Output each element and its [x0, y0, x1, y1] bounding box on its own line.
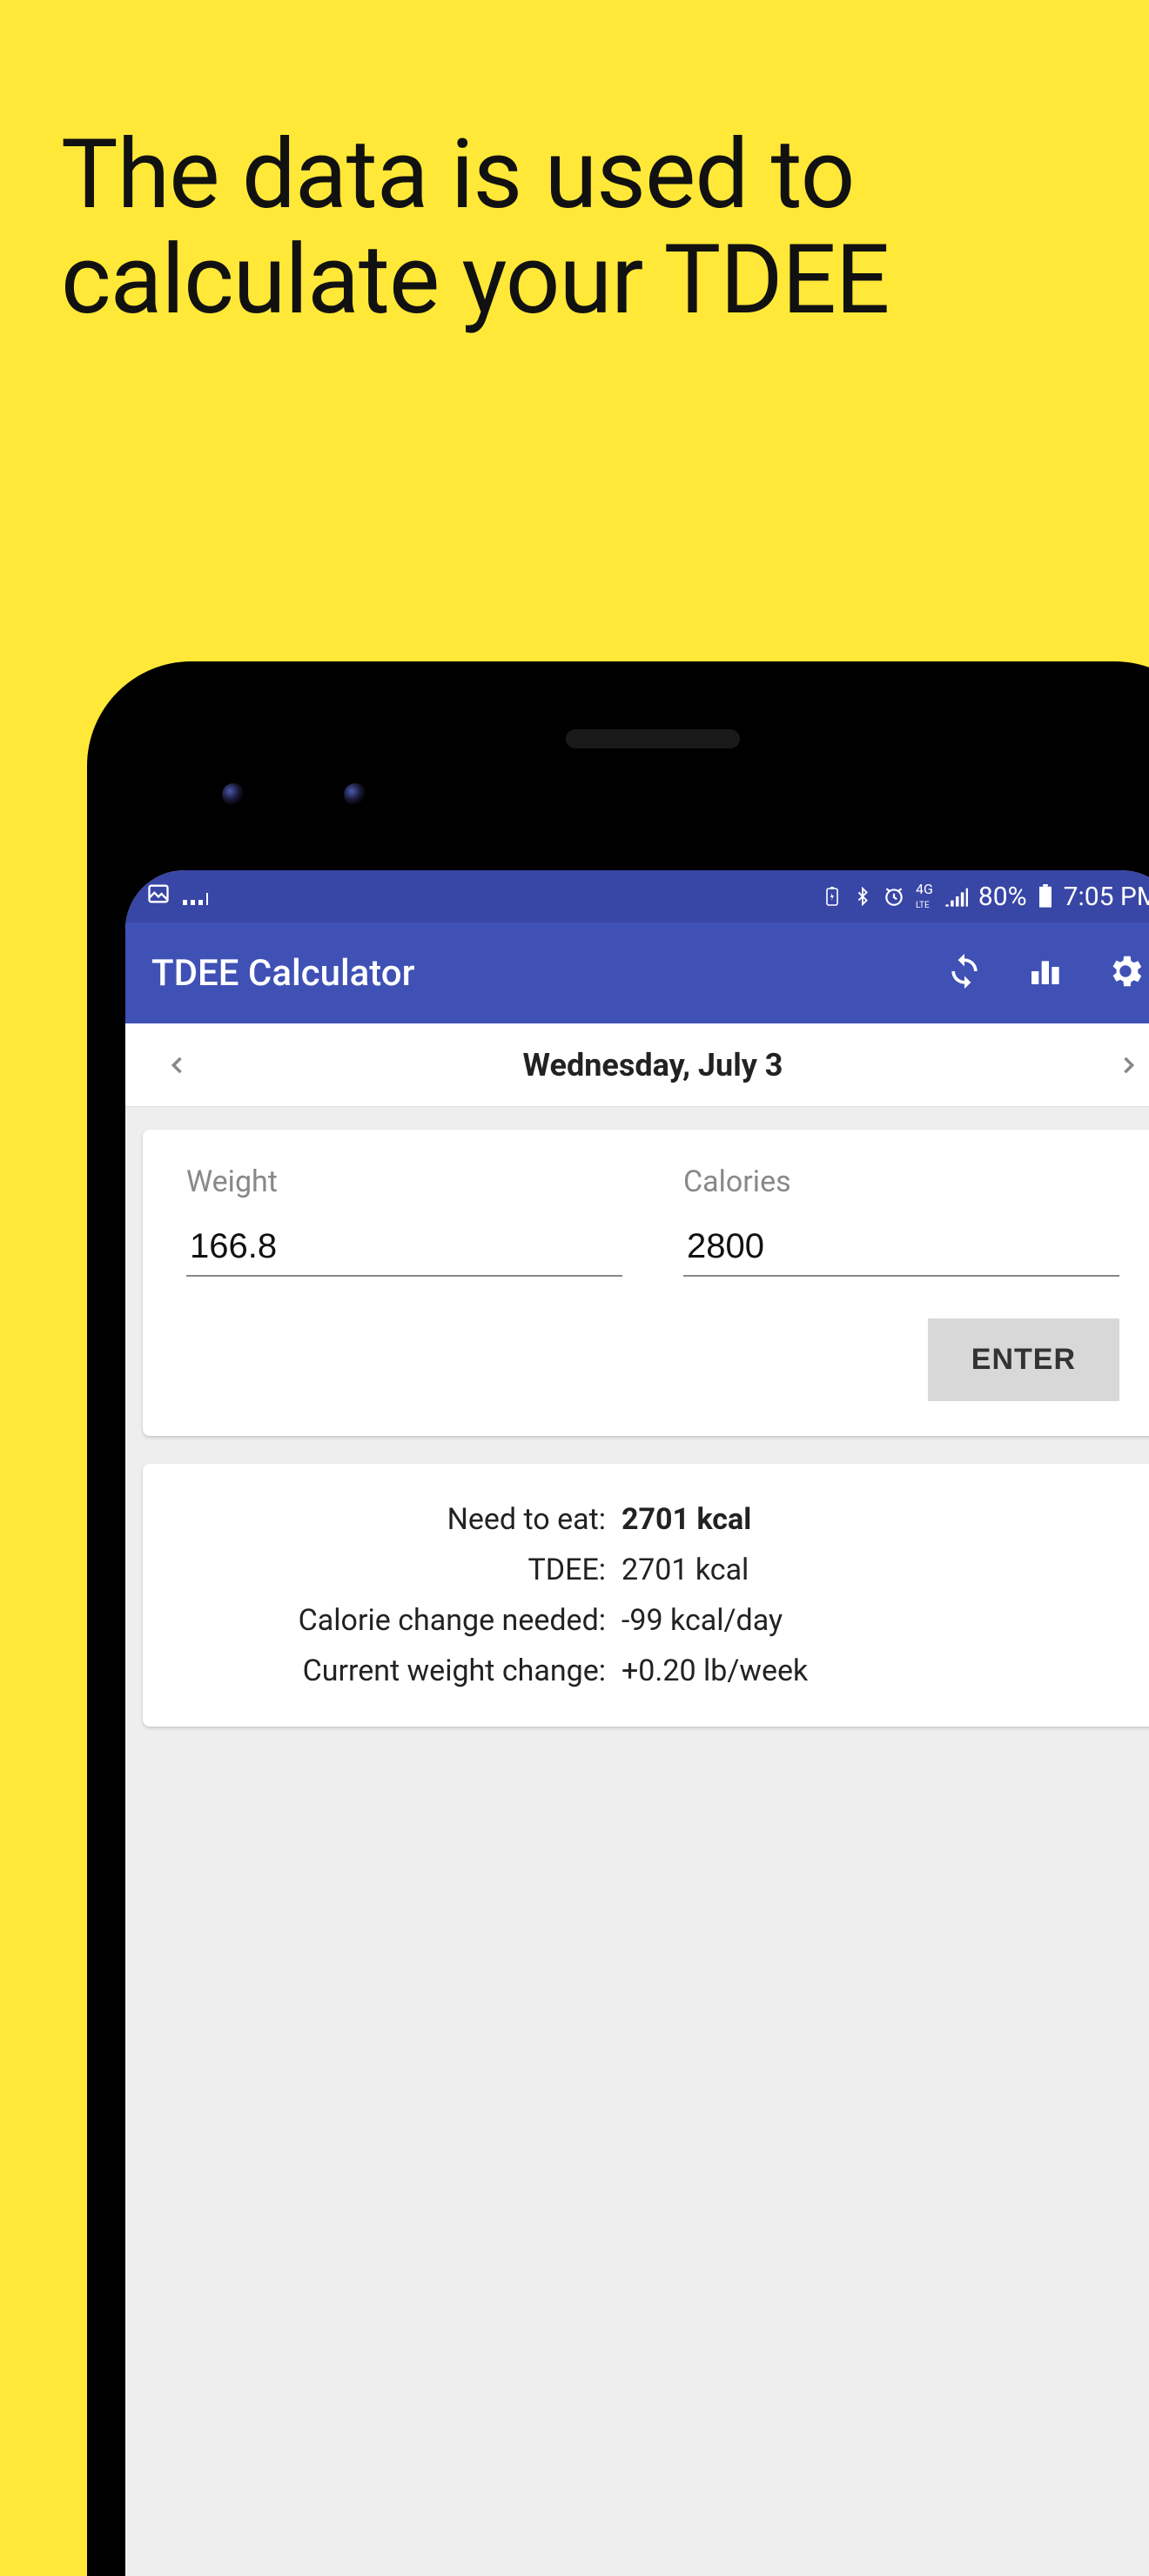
stat-calorie-change: Calorie change needed: -99 kcal/day: [186, 1603, 1119, 1638]
gear-icon[interactable]: [1105, 951, 1146, 995]
enter-button[interactable]: ENTER: [928, 1318, 1119, 1401]
phone-camera: [222, 783, 245, 806]
current-date-label: Wednesday, July 3: [195, 1047, 1111, 1083]
stat-value: 2701 kcal: [622, 1502, 751, 1537]
promo-headline: The data is used to calculate your TDEE: [61, 122, 1088, 332]
stat-weight-change: Current weight change: +0.20 lb/week: [186, 1654, 1119, 1688]
weight-input[interactable]: [186, 1220, 622, 1277]
stat-tdee: TDEE: 2701 kcal: [186, 1553, 1119, 1587]
weight-label: Weight: [186, 1164, 622, 1199]
status-bar: 4GLTE 80% 7:05 PM: [125, 870, 1149, 922]
stat-value: +0.20 lb/week: [622, 1654, 808, 1688]
date-navigation: Wednesday, July 3: [125, 1023, 1149, 1107]
status-time: 7:05 PM: [1064, 882, 1149, 912]
app-bar: TDEE Calculator: [125, 922, 1149, 1023]
image-icon: [146, 882, 171, 912]
network-type-icon: 4GLTE: [916, 882, 933, 910]
calories-input[interactable]: [683, 1220, 1119, 1277]
battery-icon: [1038, 884, 1053, 909]
bluetooth-icon: [853, 885, 872, 908]
bar-chart-icon[interactable]: [1027, 954, 1062, 992]
stats-card: Need to eat: 2701 kcal TDEE: 2701 kcal C…: [143, 1464, 1149, 1727]
stat-label: Calorie change needed:: [186, 1603, 622, 1638]
stat-label: Need to eat:: [186, 1502, 622, 1537]
prev-day-button[interactable]: [160, 1048, 195, 1083]
stat-need-to-eat: Need to eat: 2701 kcal: [186, 1502, 1119, 1537]
more-dots-icon: [183, 888, 208, 905]
phone-frame: 4GLTE 80% 7:05 PM TDEE Calculator: [87, 661, 1149, 2576]
phone-speaker: [566, 729, 740, 748]
input-card: Weight Calories ENTER: [143, 1130, 1149, 1436]
battery-percent: 80%: [978, 882, 1027, 912]
signal-icon: [944, 886, 968, 907]
stat-value: -99 kcal/day: [622, 1603, 783, 1638]
battery-charging-small-icon: [822, 886, 843, 907]
phone-camera: [344, 783, 366, 806]
app-title: TDEE Calculator: [151, 952, 945, 995]
sync-icon[interactable]: [945, 952, 984, 994]
calories-label: Calories: [683, 1164, 1119, 1199]
next-day-button[interactable]: [1111, 1048, 1146, 1083]
stat-label: Current weight change:: [186, 1654, 622, 1688]
stat-value: 2701 kcal: [622, 1553, 749, 1587]
phone-screen: 4GLTE 80% 7:05 PM TDEE Calculator: [125, 870, 1149, 2576]
stat-label: TDEE:: [186, 1553, 622, 1587]
alarm-icon: [883, 885, 905, 908]
